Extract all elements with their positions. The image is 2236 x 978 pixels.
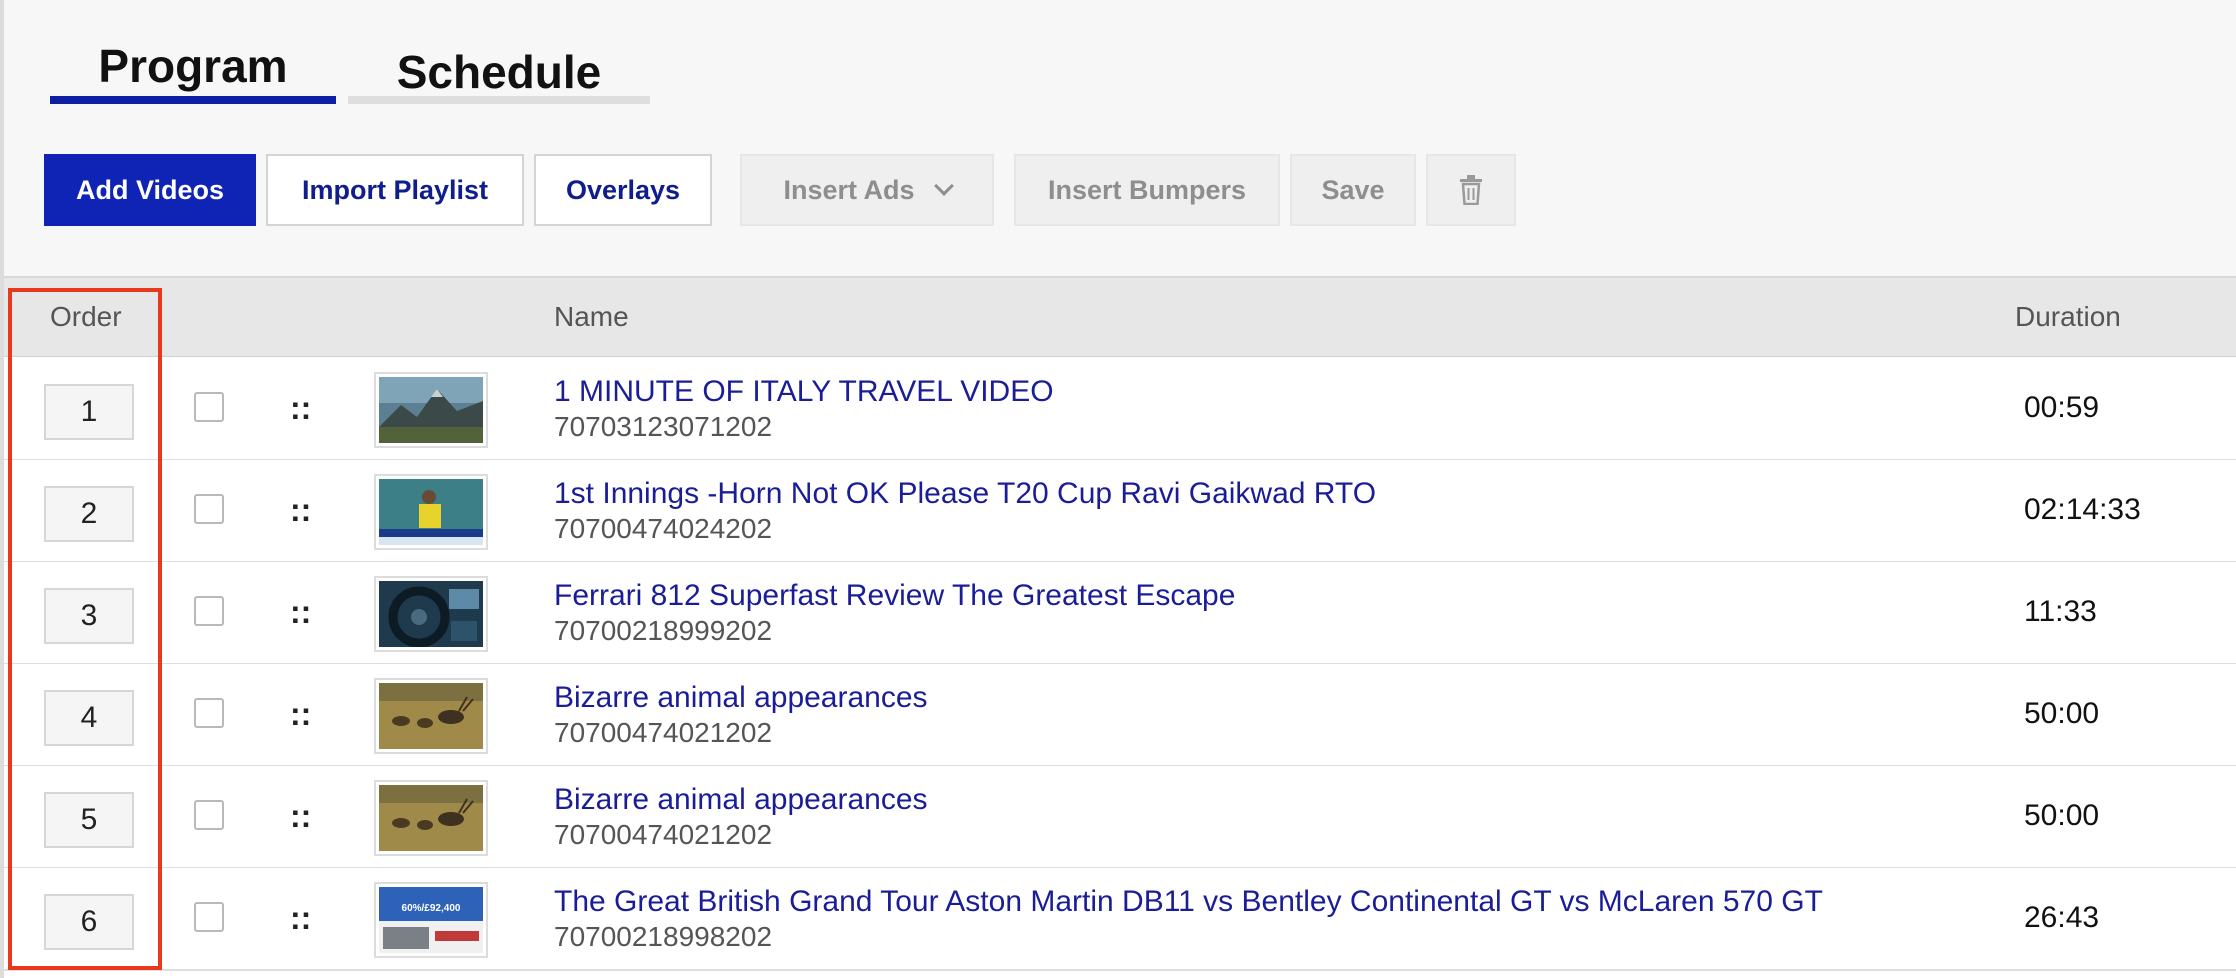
tab-schedule[interactable]: Schedule <box>348 42 650 102</box>
video-id: 70700474021202 <box>554 819 773 850</box>
tab-program[interactable]: Program <box>50 36 336 96</box>
toolbar-area <box>4 0 2236 278</box>
order-input[interactable]: 4 <box>44 690 134 746</box>
video-id: 70700474024202 <box>554 513 773 544</box>
video-thumbnail <box>374 576 488 652</box>
trash-icon <box>1460 175 1482 205</box>
video-title-link[interactable]: Bizarre animal appearances <box>554 680 928 716</box>
table-row: 2 :: 1st Innings -Horn Not OK Please T20… <box>4 460 2236 563</box>
overlays-button[interactable]: Overlays <box>534 154 712 226</box>
order-input[interactable]: 1 <box>44 384 134 440</box>
video-id: 70700218999202 <box>554 615 773 646</box>
video-id: 70700218998202 <box>554 921 773 952</box>
column-header-order[interactable]: Order <box>50 278 122 356</box>
add-videos-button[interactable]: Add Videos <box>44 154 256 226</box>
video-thumbnail <box>374 474 488 550</box>
video-duration: 11:33 <box>2024 595 2097 628</box>
save-button[interactable]: Save <box>1290 154 1416 226</box>
chevron-down-icon <box>933 176 954 196</box>
video-thumbnail <box>374 780 488 856</box>
row-checkbox[interactable] <box>194 596 224 626</box>
video-title-link[interactable]: Bizarre animal appearances <box>554 782 928 818</box>
video-duration: 02:14:33 <box>2024 493 2141 526</box>
table-row: 4 :: Bizarre animal appearances 70700474… <box>4 664 2236 767</box>
drag-handle-icon[interactable]: :: <box>290 898 311 938</box>
row-checkbox[interactable] <box>194 494 224 524</box>
video-title-link[interactable]: The Great British Grand Tour Aston Marti… <box>554 884 1823 920</box>
table-row: 5 :: Bizarre animal appearances 70700474… <box>4 766 2236 869</box>
video-duration: 50:00 <box>2024 697 2100 730</box>
table-header: Order Name Duration <box>4 278 2236 357</box>
order-input[interactable]: 5 <box>44 792 134 848</box>
video-thumbnail <box>374 678 488 754</box>
table-row: 3 :: Ferrari 812 Superfast Review The Gr… <box>4 562 2236 665</box>
tab-schedule-indicator <box>348 96 650 104</box>
drag-handle-icon[interactable]: :: <box>290 592 311 632</box>
drag-handle-icon[interactable]: :: <box>290 796 311 836</box>
video-title-link[interactable]: Ferrari 812 Superfast Review The Greates… <box>554 578 1235 614</box>
drag-handle-icon[interactable]: :: <box>290 694 311 734</box>
table-row: 1 :: 1 MINUTE OF ITALY TRAVEL VIDEO 7070… <box>4 358 2236 461</box>
order-input[interactable]: 3 <box>44 588 134 644</box>
car-ad-thumbnail: 60%/£92,400 <box>379 887 483 953</box>
tab-program-active-indicator <box>50 96 336 104</box>
order-input[interactable]: 6 <box>44 894 134 950</box>
insert-ads-dropdown[interactable]: Insert Ads <box>740 154 994 226</box>
thumbnail-price-text: 60%/£92,400 <box>402 903 461 914</box>
insert-bumpers-button[interactable]: Insert Bumpers <box>1014 154 1280 226</box>
video-id: 70703123071202 <box>554 411 773 442</box>
insert-ads-label: Insert Ads <box>783 174 915 205</box>
cricket-thumbnail <box>379 479 483 545</box>
video-title-link[interactable]: 1st Innings -Horn Not OK Please T20 Cup … <box>554 476 1376 512</box>
deer-thumbnail <box>379 683 483 749</box>
car-interior-thumbnail <box>379 581 483 647</box>
order-input[interactable]: 2 <box>44 486 134 542</box>
delete-button[interactable] <box>1426 154 1516 226</box>
column-header-duration[interactable]: Duration <box>2015 278 2121 356</box>
column-header-name[interactable]: Name <box>554 278 629 356</box>
video-duration: 00:59 <box>2024 391 2100 424</box>
video-duration: 26:43 <box>2024 901 2100 934</box>
row-checkbox[interactable] <box>194 698 224 728</box>
deer-thumbnail <box>379 785 483 851</box>
row-checkbox[interactable] <box>194 800 224 830</box>
mountains-thumbnail <box>379 377 483 443</box>
video-thumbnail <box>374 372 488 448</box>
drag-handle-icon[interactable]: :: <box>290 490 311 530</box>
drag-handle-icon[interactable]: :: <box>290 388 311 428</box>
table-row: 6 :: 60%/£92,400 The Great British Grand… <box>4 868 2236 971</box>
video-title-link[interactable]: 1 MINUTE OF ITALY TRAVEL VIDEO <box>554 374 1054 410</box>
row-checkbox[interactable] <box>194 392 224 422</box>
row-checkbox[interactable] <box>194 902 224 932</box>
import-playlist-button[interactable]: Import Playlist <box>266 154 524 226</box>
video-thumbnail: 60%/£92,400 <box>374 882 488 958</box>
video-id: 70700474021202 <box>554 717 773 748</box>
video-duration: 50:00 <box>2024 799 2100 832</box>
